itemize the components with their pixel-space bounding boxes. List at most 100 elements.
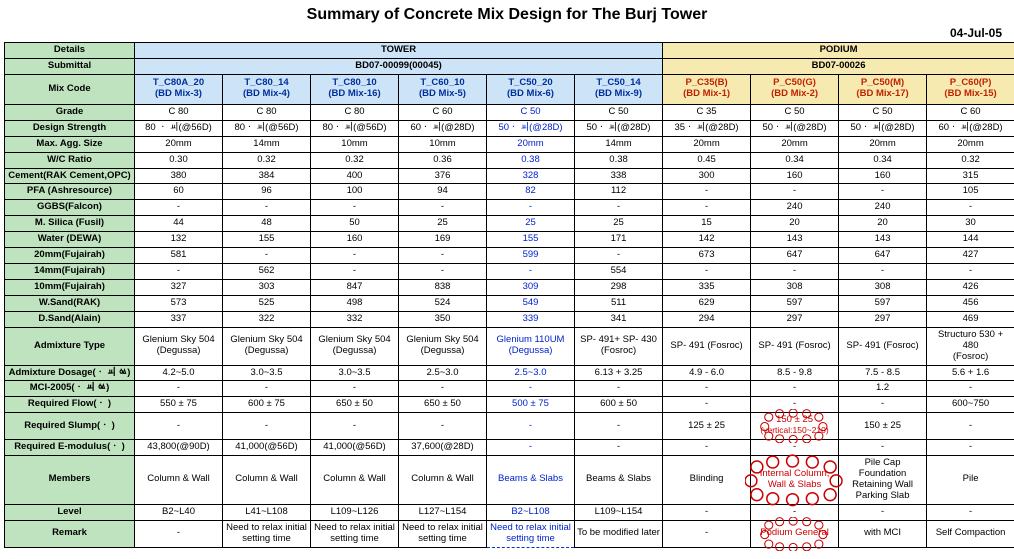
row-label: Level [5,504,135,520]
mixcode-col-3: T_C60_10(BD Mix-5) [399,74,487,104]
table-cell: 4.9 - 6.0 [663,365,751,381]
table-cell: - [311,381,399,397]
table-cell: - [575,248,663,264]
table-cell: - [399,413,487,440]
table-cell: 0.32 [927,152,1014,168]
table-cell: 0.45 [663,152,751,168]
table-cell: B2~L108 [487,504,575,520]
table-cell: - [839,504,927,520]
table-cell: - [399,200,487,216]
table-cell: 132 [135,232,223,248]
table-cell: Column & Wall [399,456,487,505]
table-cell: 20mm [751,136,839,152]
table-cell: 554 [575,264,663,280]
table-cell: - [223,248,311,264]
table-cell: Need to relax initial setting time [487,520,575,547]
table-cell: 308 [751,279,839,295]
table-cell: 6.13 + 3.25 [575,365,663,381]
table-cell: 650 ± 50 [311,397,399,413]
table-cell: 647 [751,248,839,264]
table-cell: Column & Wall [135,456,223,505]
table-cell: 629 [663,295,751,311]
table-cell: 41,000(@56D) [311,440,399,456]
table-cell: - [751,264,839,280]
table-cell: 100 [311,184,399,200]
table-cell: 50 [311,216,399,232]
table-cell: Beams & Slabs [487,456,575,505]
table-cell: - [223,200,311,216]
table-cell: - [223,413,311,440]
table-cell: Internal Column, Wall & Slabs [751,456,839,505]
table-cell: - [399,248,487,264]
table-cell: 500 ± 75 [487,397,575,413]
table-cell: C 50 [487,104,575,120]
table-cell: 143 [751,232,839,248]
mixcode-col-1: T_C80_14(BD Mix-4) [223,74,311,104]
table-cell: 30 [927,216,1014,232]
table-cell: - [223,381,311,397]
hdr-submittal: Submittal [5,58,135,74]
table-cell: - [575,200,663,216]
table-cell: - [751,184,839,200]
mixcode-col-6: P_C35(B)(BD Mix-1) [663,74,751,104]
table-cell: C 50 [751,104,839,120]
row-label: Admixture Dosage(ㆍ ㆉ ㆃ) [5,365,135,381]
table-cell: C 50 [575,104,663,120]
table-cell: - [135,264,223,280]
table-cell: 20mm [663,136,751,152]
table-cell: 1.2 [839,381,927,397]
table-cell: - [311,200,399,216]
row-label: Water (DEWA) [5,232,135,248]
table-cell: 144 [927,232,1014,248]
table-cell: 43,800(@90D) [135,440,223,456]
table-cell: 96 [223,184,311,200]
row-label: Admixture Type [5,327,135,365]
row-label: Required Slump(ㆍ ) [5,413,135,440]
table-cell: 14mm [223,136,311,152]
table-cell: 297 [839,311,927,327]
table-cell: 0.38 [575,152,663,168]
table-cell: 350 [399,311,487,327]
table-cell: SP- 491 (Fosroc) [751,327,839,365]
hdr-tower-sub: BD07-00099(00045) [135,58,663,74]
table-cell: - [751,381,839,397]
row-label: Design Strength [5,120,135,136]
table-cell: Pile Cap Foundation Retaining Wall Parki… [839,456,927,505]
table-cell: C 50 [839,104,927,120]
table-cell: - [839,184,927,200]
table-cell: - [399,264,487,280]
table-cell: 3.0~3.5 [223,365,311,381]
table-cell: 41,000(@56D) [223,440,311,456]
table-cell: SP- 491 (Fosroc) [839,327,927,365]
table-cell: L41~L108 [223,504,311,520]
table-cell: - [927,413,1014,440]
table-cell: 35ㆍ ㆉ(@28D) [663,120,751,136]
table-cell: 171 [575,232,663,248]
table-cell: Column & Wall [223,456,311,505]
table-cell: Pile [927,456,1014,505]
table-cell: - [487,264,575,280]
table-cell: 498 [311,295,399,311]
table-cell: 297 [751,311,839,327]
table-cell: 600 ± 75 [223,397,311,413]
table-cell: with MCI [839,520,927,547]
table-cell: 400 [311,168,399,184]
row-label: 14mm(Fujairah) [5,264,135,280]
table-cell: 339 [487,311,575,327]
table-cell: 50ㆍ ㆉ(@28D) [751,120,839,136]
table-cell: 0.32 [311,152,399,168]
table-cell: 337 [135,311,223,327]
date-label: 04-Jul-05 [4,26,1010,40]
table-cell: 511 [575,295,663,311]
table-cell: 384 [223,168,311,184]
table-cell: 469 [927,311,1014,327]
table-cell: 341 [575,311,663,327]
table-cell: 80 ㆍ ㆉ(@56D) [135,120,223,136]
table-cell: - [927,504,1014,520]
table-cell: L109~L126 [311,504,399,520]
table-cell: 308 [839,279,927,295]
table-cell: - [663,397,751,413]
table-cell: 0.34 [839,152,927,168]
mixcode-col-8: P_C50(M)(BD Mix-17) [839,74,927,104]
table-cell: 322 [223,311,311,327]
